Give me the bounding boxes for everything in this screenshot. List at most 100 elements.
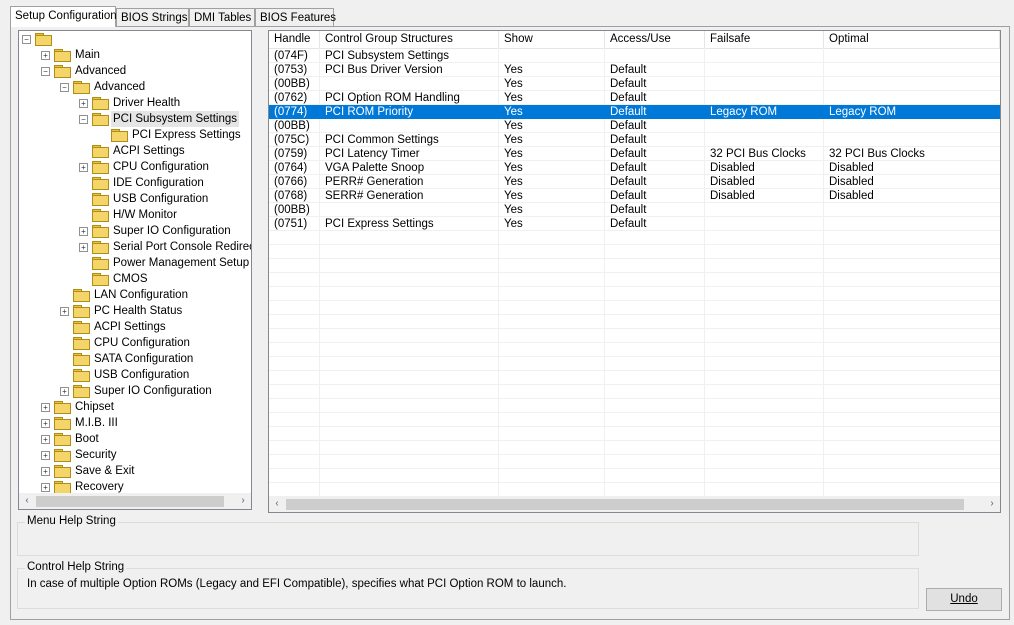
- table-cell: [824, 119, 1000, 133]
- table-cell: Yes: [504, 176, 523, 188]
- column-header-handle[interactable]: Handle: [269, 31, 320, 48]
- table-row[interactable]: (0759) PCI Latency Timer Yes Default 32 PCI …: [269, 147, 1000, 161]
- table-cell: Legacy ROM: [710, 106, 778, 118]
- tree-item[interactable]: Advanced: [73, 63, 128, 79]
- tree-collapse-icon[interactable]: −: [60, 83, 69, 92]
- tree-expand-icon[interactable]: +: [41, 51, 50, 60]
- undo-button[interactable]: Undo: [926, 588, 1002, 611]
- column-header-optimal[interactable]: Optimal: [824, 31, 1000, 48]
- control-group-grid[interactable]: Handle Control Group Structures Show Acc…: [268, 30, 1001, 513]
- tree-expand-icon[interactable]: +: [60, 307, 69, 316]
- table-row[interactable]: (0766) PERR# Generation Yes Default Disabled…: [269, 175, 1000, 189]
- column-header-control-group[interactable]: Control Group Structures: [320, 31, 499, 48]
- folder-icon: [54, 49, 71, 62]
- table-cell: PCI Latency Timer: [325, 148, 420, 160]
- table-row[interactable]: (00BB) Yes Default: [269, 119, 1000, 133]
- setup-tree[interactable]: − + Main − Advanced − Advanced + Driver Health − P…: [18, 30, 252, 510]
- table-cell: (0759): [274, 148, 308, 160]
- tree-item[interactable]: PCI Subsystem Settings: [111, 111, 239, 127]
- tree-item[interactable]: CPU Configuration: [92, 335, 192, 351]
- table-row[interactable]: (0774) PCI ROM Priority Yes Default Legacy R…: [269, 105, 1000, 119]
- tree-expand-icon[interactable]: +: [79, 227, 88, 236]
- tab-bios-strings[interactable]: BIOS Strings: [116, 8, 189, 26]
- tree-expand-icon[interactable]: +: [41, 435, 50, 444]
- table-row[interactable]: (0762) PCI Option ROM Handling Yes Default: [269, 91, 1000, 105]
- tree-item[interactable]: Super IO Configuration: [92, 383, 214, 399]
- table-cell: [605, 49, 705, 63]
- tree-item[interactable]: PC Health Status: [92, 303, 184, 319]
- table-cell: PCI Option ROM Handling: [325, 92, 460, 104]
- table-row[interactable]: (00BB) Yes Default: [269, 203, 1000, 217]
- column-header-failsafe[interactable]: Failsafe: [705, 31, 824, 48]
- tree-item[interactable]: USB Configuration: [111, 191, 210, 207]
- tree-expand-icon[interactable]: +: [41, 483, 50, 492]
- scrollbar-thumb[interactable]: [36, 496, 224, 507]
- table-cell: Default: [610, 204, 647, 216]
- tree-item[interactable]: Save & Exit: [73, 463, 136, 479]
- tree-item[interactable]: ACPI Settings: [92, 319, 168, 335]
- table-row[interactable]: (0768) SERR# Generation Yes Default Disabled…: [269, 189, 1000, 203]
- tree-horizontal-scrollbar[interactable]: ‹ ›: [19, 493, 251, 509]
- grid-horizontal-scrollbar[interactable]: ‹ ›: [269, 496, 1000, 512]
- tree-expand-icon[interactable]: +: [79, 99, 88, 108]
- folder-icon: [92, 97, 109, 110]
- tree-item[interactable]: H/W Monitor: [111, 207, 179, 223]
- tree-item[interactable]: Advanced: [92, 79, 147, 95]
- tree-item[interactable]: Driver Health: [111, 95, 182, 111]
- tree-item[interactable]: Main: [73, 47, 102, 63]
- column-header-access-use[interactable]: Access/Use: [605, 31, 705, 48]
- tree-expand-icon[interactable]: +: [41, 403, 50, 412]
- scroll-right-arrow-icon[interactable]: ›: [984, 496, 1000, 512]
- table-row[interactable]: (075C) PCI Common Settings Yes Default: [269, 133, 1000, 147]
- tree-expand-icon[interactable]: +: [79, 163, 88, 172]
- tree-item[interactable]: M.I.B. III: [73, 415, 120, 431]
- folder-icon: [73, 369, 90, 382]
- table-cell: Default: [610, 176, 647, 188]
- tree-item[interactable]: CMOS: [111, 271, 150, 287]
- tree-item[interactable]: LAN Configuration: [92, 287, 190, 303]
- grid-row-divider: [269, 244, 1000, 245]
- tree-item[interactable]: IDE Configuration: [111, 175, 206, 191]
- tree-item[interactable]: Boot: [73, 431, 101, 447]
- tree-expand-icon[interactable]: +: [60, 387, 69, 396]
- control-help-label: Control Help String: [25, 561, 127, 573]
- tree-item[interactable]: PCI Express Settings: [130, 127, 243, 143]
- tree-expand-icon[interactable]: +: [41, 467, 50, 476]
- grid-row-divider: [269, 426, 1000, 427]
- tree-item[interactable]: CPU Configuration: [111, 159, 211, 175]
- tree-item[interactable]: SATA Configuration: [92, 351, 195, 367]
- tree-item[interactable]: Chipset: [73, 399, 116, 415]
- tree-item[interactable]: Power Management Setup: [111, 255, 251, 271]
- scroll-left-arrow-icon[interactable]: ‹: [269, 496, 285, 512]
- table-row[interactable]: (0753) PCI Bus Driver Version Yes Default: [269, 63, 1000, 77]
- scroll-right-arrow-icon[interactable]: ›: [235, 493, 251, 509]
- folder-icon: [73, 353, 90, 366]
- tree-item[interactable]: Security: [73, 447, 119, 463]
- tree-collapse-icon[interactable]: −: [79, 115, 88, 124]
- tree-expand-icon[interactable]: +: [79, 243, 88, 252]
- table-cell: Legacy ROM: [829, 106, 897, 118]
- tree-item[interactable]: Super IO Configuration: [111, 223, 233, 239]
- tree-expand-icon[interactable]: +: [41, 451, 50, 460]
- tree-collapse-icon[interactable]: −: [22, 35, 31, 44]
- folder-icon: [54, 401, 71, 414]
- scroll-left-arrow-icon[interactable]: ‹: [19, 493, 35, 509]
- tab-bios-features[interactable]: BIOS Features: [255, 8, 336, 26]
- table-row[interactable]: (074F) PCI Subsystem Settings: [269, 49, 1000, 63]
- table-row[interactable]: (00BB) Yes Default: [269, 77, 1000, 91]
- tab-setup-configuration[interactable]: Setup Configuration: [10, 6, 117, 27]
- table-cell: (00BB): [274, 204, 310, 216]
- tree-collapse-icon[interactable]: −: [41, 67, 50, 76]
- tree-expand-icon[interactable]: +: [41, 419, 50, 428]
- scrollbar-thumb[interactable]: [286, 499, 964, 510]
- table-cell: Default: [610, 64, 647, 76]
- tree-item[interactable]: Serial Port Console Redirection: [111, 239, 251, 255]
- grid-row-divider: [269, 454, 1000, 455]
- table-cell: Yes: [504, 120, 523, 132]
- table-row[interactable]: (0764) VGA Palette Snoop Yes Default Disable…: [269, 161, 1000, 175]
- tree-item[interactable]: USB Configuration: [92, 367, 191, 383]
- tab-dmi-tables[interactable]: DMI Tables: [189, 8, 255, 26]
- table-row[interactable]: (0751) PCI Express Settings Yes Default: [269, 217, 1000, 231]
- column-header-show[interactable]: Show: [499, 31, 605, 48]
- tree-item[interactable]: ACPI Settings: [111, 143, 187, 159]
